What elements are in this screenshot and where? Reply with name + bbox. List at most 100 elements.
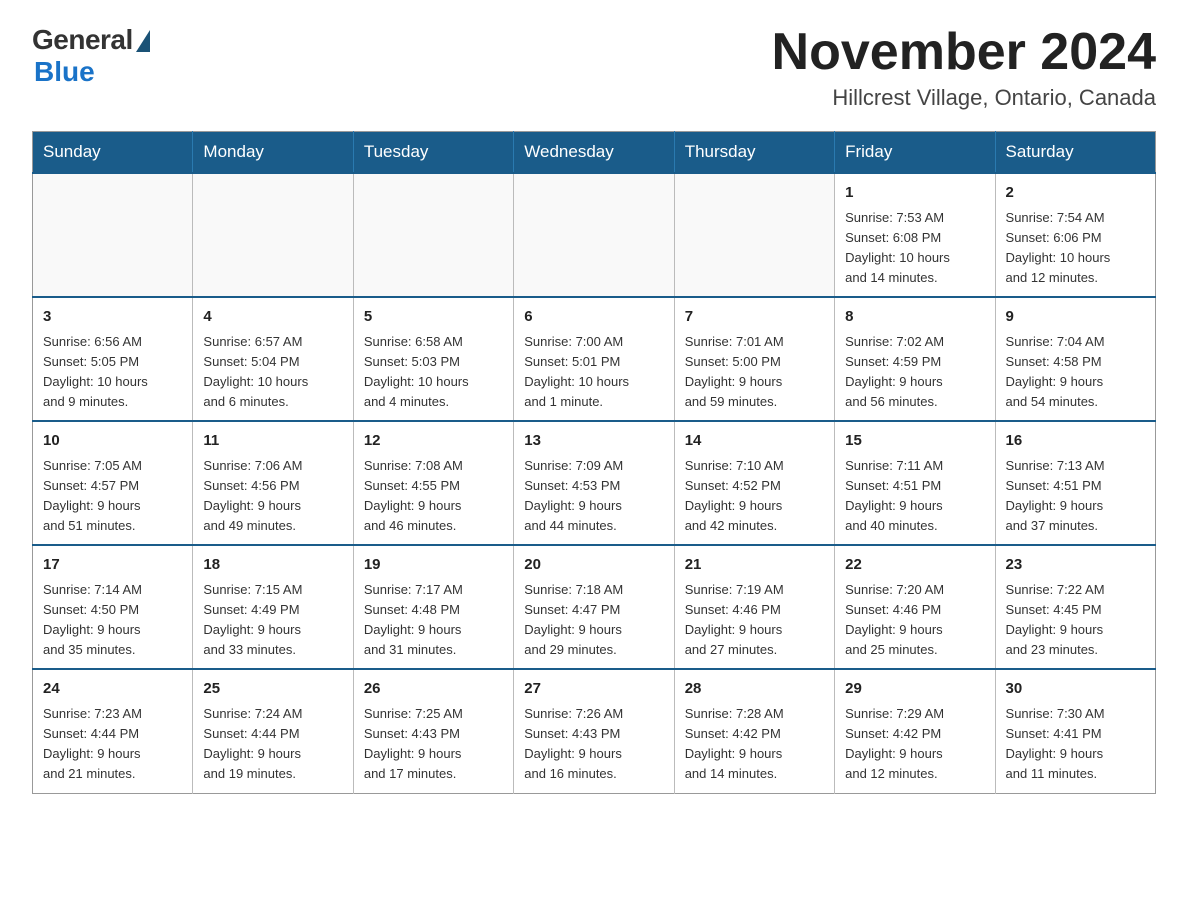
day-info: Sunrise: 7:54 AMSunset: 6:06 PMDaylight:… [1006, 208, 1145, 289]
day-number: 11 [203, 430, 342, 453]
day-info: Sunrise: 7:04 AMSunset: 4:58 PMDaylight:… [1006, 332, 1145, 413]
calendar-cell: 18 Sunrise: 7:15 AMSunset: 4:49 PMDayligh… [193, 545, 353, 669]
day-info: Sunrise: 7:09 AMSunset: 4:53 PMDaylight:… [524, 456, 663, 537]
day-number: 23 [1006, 554, 1145, 577]
weekday-header-friday: Friday [835, 132, 995, 174]
calendar-cell: 9 Sunrise: 7:04 AMSunset: 4:58 PMDaylight… [995, 297, 1155, 421]
calendar-row-4: 24Sunrise: 7:23 AMSunset: 4:44 PMDayligh… [33, 669, 1156, 793]
calendar-cell: 28 Sunrise: 7:28 AMSunset: 4:42 PMDayligh… [674, 669, 834, 793]
day-info: Sunrise: 7:08 AMSunset: 4:55 PMDaylight:… [364, 456, 503, 537]
day-info: Sunrise: 7:23 AMSunset: 4:44 PMDaylight:… [43, 704, 182, 785]
calendar-cell: 2 Sunrise: 7:54 AMSunset: 6:06 PMDaylight… [995, 173, 1155, 297]
day-info: Sunrise: 7:29 AMSunset: 4:42 PMDaylight:… [845, 704, 984, 785]
day-number: 5 [364, 306, 503, 329]
day-number: 13 [524, 430, 663, 453]
weekday-header-monday: Monday [193, 132, 353, 174]
calendar-cell: 11 Sunrise: 7:06 AMSunset: 4:56 PMDayligh… [193, 421, 353, 545]
logo-blue-text: Blue [34, 56, 95, 88]
logo: General Blue [32, 24, 150, 88]
calendar-cell: 1 Sunrise: 7:53 AMSunset: 6:08 PMDaylight… [835, 173, 995, 297]
day-info: Sunrise: 7:19 AMSunset: 4:46 PMDaylight:… [685, 580, 824, 661]
calendar-cell: 20 Sunrise: 7:18 AMSunset: 4:47 PMDayligh… [514, 545, 674, 669]
day-info: Sunrise: 7:25 AMSunset: 4:43 PMDaylight:… [364, 704, 503, 785]
day-info: Sunrise: 7:28 AMSunset: 4:42 PMDaylight:… [685, 704, 824, 785]
day-info: Sunrise: 7:05 AMSunset: 4:57 PMDaylight:… [43, 456, 182, 537]
weekday-header-thursday: Thursday [674, 132, 834, 174]
day-number: 25 [203, 678, 342, 701]
day-info: Sunrise: 7:20 AMSunset: 4:46 PMDaylight:… [845, 580, 984, 661]
day-number: 14 [685, 430, 824, 453]
calendar-cell: 16 Sunrise: 7:13 AMSunset: 4:51 PMDayligh… [995, 421, 1155, 545]
calendar-cell: 6 Sunrise: 7:00 AMSunset: 5:01 PMDaylight… [514, 297, 674, 421]
day-number: 27 [524, 678, 663, 701]
calendar-cell: 8Sunrise: 7:02 AMSunset: 4:59 PMDaylight… [835, 297, 995, 421]
weekday-header-sunday: Sunday [33, 132, 193, 174]
calendar-cell [674, 173, 834, 297]
calendar-cell [193, 173, 353, 297]
calendar-cell: 22Sunrise: 7:20 AMSunset: 4:46 PMDayligh… [835, 545, 995, 669]
logo-general-text: General [32, 24, 133, 56]
day-number: 3 [43, 306, 182, 329]
calendar-cell: 25 Sunrise: 7:24 AMSunset: 4:44 PMDayligh… [193, 669, 353, 793]
day-info: Sunrise: 6:56 AMSunset: 5:05 PMDaylight:… [43, 332, 182, 413]
calendar-cell: 5Sunrise: 6:58 AMSunset: 5:03 PMDaylight… [353, 297, 513, 421]
day-number: 1 [845, 182, 984, 205]
day-info: Sunrise: 7:24 AMSunset: 4:44 PMDaylight:… [203, 704, 342, 785]
day-number: 21 [685, 554, 824, 577]
calendar-cell [353, 173, 513, 297]
weekday-header-tuesday: Tuesday [353, 132, 513, 174]
day-number: 28 [685, 678, 824, 701]
calendar-cell: 4Sunrise: 6:57 AMSunset: 5:04 PMDaylight… [193, 297, 353, 421]
weekday-header-saturday: Saturday [995, 132, 1155, 174]
weekday-header-wednesday: Wednesday [514, 132, 674, 174]
page-header: General Blue November 2024 Hillcrest Vil… [32, 24, 1156, 111]
calendar-cell: 29Sunrise: 7:29 AMSunset: 4:42 PMDayligh… [835, 669, 995, 793]
day-info: Sunrise: 7:18 AMSunset: 4:47 PMDaylight:… [524, 580, 663, 661]
day-number: 6 [524, 306, 663, 329]
calendar-cell: 7 Sunrise: 7:01 AMSunset: 5:00 PMDaylight… [674, 297, 834, 421]
day-number: 12 [364, 430, 503, 453]
logo-triangle-icon [136, 30, 150, 52]
day-info: Sunrise: 7:11 AMSunset: 4:51 PMDaylight:… [845, 456, 984, 537]
calendar-cell: 26 Sunrise: 7:25 AMSunset: 4:43 PMDayligh… [353, 669, 513, 793]
day-number: 2 [1006, 182, 1145, 205]
calendar-cell: 13 Sunrise: 7:09 AMSunset: 4:53 PMDayligh… [514, 421, 674, 545]
day-info: Sunrise: 7:01 AMSunset: 5:00 PMDaylight:… [685, 332, 824, 413]
day-number: 15 [845, 430, 984, 453]
day-number: 9 [1006, 306, 1145, 329]
calendar-row-1: 3 Sunrise: 6:56 AMSunset: 5:05 PMDaylight… [33, 297, 1156, 421]
calendar-cell: 12 Sunrise: 7:08 AMSunset: 4:55 PMDayligh… [353, 421, 513, 545]
day-info: Sunrise: 7:22 AMSunset: 4:45 PMDaylight:… [1006, 580, 1145, 661]
day-info: Sunrise: 7:00 AMSunset: 5:01 PMDaylight:… [524, 332, 663, 413]
day-number: 16 [1006, 430, 1145, 453]
calendar-cell: 3 Sunrise: 6:56 AMSunset: 5:05 PMDaylight… [33, 297, 193, 421]
calendar-cell: 23 Sunrise: 7:22 AMSunset: 4:45 PMDayligh… [995, 545, 1155, 669]
calendar-cell: 27 Sunrise: 7:26 AMSunset: 4:43 PMDayligh… [514, 669, 674, 793]
day-number: 30 [1006, 678, 1145, 701]
day-number: 7 [685, 306, 824, 329]
title-area: November 2024 Hillcrest Village, Ontario… [772, 24, 1156, 111]
day-info: Sunrise: 6:57 AMSunset: 5:04 PMDaylight:… [203, 332, 342, 413]
day-number: 19 [364, 554, 503, 577]
calendar-cell: 10 Sunrise: 7:05 AMSunset: 4:57 PMDayligh… [33, 421, 193, 545]
day-number: 10 [43, 430, 182, 453]
day-info: Sunrise: 7:53 AMSunset: 6:08 PMDaylight:… [845, 208, 984, 289]
day-number: 18 [203, 554, 342, 577]
day-number: 20 [524, 554, 663, 577]
day-info: Sunrise: 7:14 AMSunset: 4:50 PMDaylight:… [43, 580, 182, 661]
day-info: Sunrise: 7:15 AMSunset: 4:49 PMDaylight:… [203, 580, 342, 661]
day-number: 17 [43, 554, 182, 577]
day-info: Sunrise: 7:13 AMSunset: 4:51 PMDaylight:… [1006, 456, 1145, 537]
day-info: Sunrise: 7:06 AMSunset: 4:56 PMDaylight:… [203, 456, 342, 537]
calendar-cell: 19 Sunrise: 7:17 AMSunset: 4:48 PMDayligh… [353, 545, 513, 669]
day-number: 26 [364, 678, 503, 701]
day-info: Sunrise: 7:02 AMSunset: 4:59 PMDaylight:… [845, 332, 984, 413]
calendar-cell [514, 173, 674, 297]
calendar-row-2: 10 Sunrise: 7:05 AMSunset: 4:57 PMDayligh… [33, 421, 1156, 545]
day-info: Sunrise: 7:17 AMSunset: 4:48 PMDaylight:… [364, 580, 503, 661]
day-info: Sunrise: 7:26 AMSunset: 4:43 PMDaylight:… [524, 704, 663, 785]
day-info: Sunrise: 7:10 AMSunset: 4:52 PMDaylight:… [685, 456, 824, 537]
location-subtitle: Hillcrest Village, Ontario, Canada [772, 85, 1156, 111]
weekday-header-row: SundayMondayTuesdayWednesdayThursdayFrid… [33, 132, 1156, 174]
calendar-cell: 17 Sunrise: 7:14 AMSunset: 4:50 PMDayligh… [33, 545, 193, 669]
